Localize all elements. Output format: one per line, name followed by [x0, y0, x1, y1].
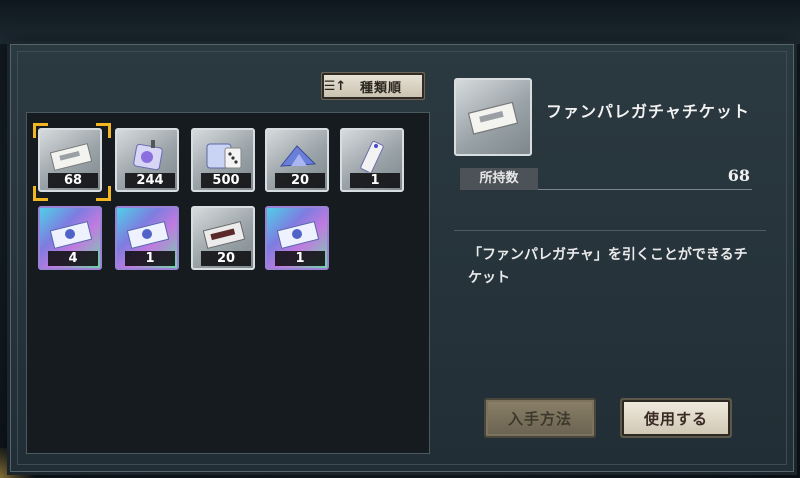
ticket-icon — [127, 221, 169, 249]
item-count: 1 — [275, 251, 325, 266]
ticket-icon — [50, 221, 92, 249]
background-top — [0, 0, 800, 44]
game-screen: { "sort_button": {"icon": "sort-icon", "… — [0, 0, 800, 478]
item-count: 20 — [275, 173, 325, 188]
item-slot-pouch[interactable]: 244 — [115, 128, 179, 192]
owned-divider — [538, 189, 752, 190]
item-slot-tag-charm[interactable]: 1 — [340, 128, 404, 192]
tag-icon — [360, 141, 384, 172]
item-count: 1 — [350, 173, 400, 188]
selection-corner — [96, 123, 111, 138]
item-description: 「ファンパレガチャ」を引くことができるチケット — [468, 247, 748, 286]
item-count: 244 — [125, 173, 175, 188]
item-slot-crystal-shards[interactable]: 20 — [265, 128, 329, 192]
item-slot-silver-ticket[interactable]: 20 — [191, 206, 255, 270]
pouch-icon — [133, 140, 163, 171]
dice-icon — [206, 143, 242, 169]
ticket-icon — [203, 221, 245, 249]
obtain-method-button[interactable]: 入手方法 — [484, 398, 596, 438]
ticket-icon — [277, 221, 319, 249]
item-slot-dice-card[interactable]: 500 — [191, 128, 255, 192]
sort-button[interactable]: ☰↑ 種類順 — [321, 72, 425, 100]
ticket-icon — [50, 143, 92, 171]
description-divider — [454, 230, 766, 231]
use-button[interactable]: 使用する — [620, 398, 732, 438]
item-count: 4 — [48, 251, 98, 266]
item-count: 68 — [48, 173, 98, 188]
item-slot-rainbow-ticket[interactable]: 1 — [115, 206, 179, 270]
item-count: 20 — [201, 251, 251, 266]
item-count: 1 — [125, 251, 175, 266]
sort-label: 種類順 — [360, 80, 403, 96]
owned-count-row: 所持数 68 — [460, 166, 752, 190]
selected-item-thumbnail — [454, 78, 532, 156]
ticket-icon — [468, 101, 518, 135]
selected-item-name: ファンパレガチャチケット — [546, 102, 750, 121]
item-slot-rainbow-ticket[interactable]: 4 — [38, 206, 102, 270]
item-slot-rainbow-ticket[interactable]: 1 — [265, 206, 329, 270]
item-count: 500 — [201, 173, 251, 188]
crystal-icon — [279, 145, 317, 167]
owned-label: 所持数 — [460, 168, 538, 190]
sort-icon: ☰↑ — [323, 78, 347, 94]
selection-corner — [33, 186, 48, 201]
owned-value: 68 — [727, 166, 750, 185]
selection-corner — [96, 186, 111, 201]
selection-corner — [33, 123, 48, 138]
